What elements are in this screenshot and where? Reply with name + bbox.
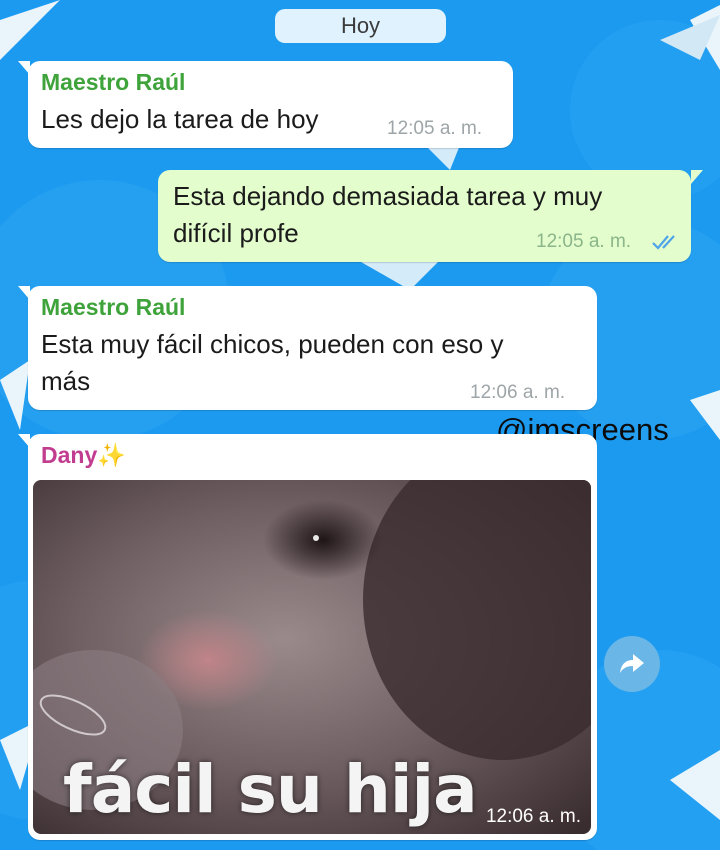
message-text: Les dejo la tarea de hoy xyxy=(41,104,319,134)
forward-arrow-icon xyxy=(620,654,644,673)
bubble-tail xyxy=(18,286,30,300)
message-time: 12:06 a. m. xyxy=(485,806,581,827)
sparkles-icon: ✨ xyxy=(97,442,126,468)
message-time: 12:05 a. m. xyxy=(536,231,632,252)
sender-name[interactable]: Maestro Raúl xyxy=(41,69,185,96)
message-time: 12:06 a. m. xyxy=(470,382,566,403)
bubble-tail xyxy=(18,434,30,448)
double-check-icon xyxy=(652,235,675,250)
sender-name[interactable]: Maestro Raúl xyxy=(41,294,185,321)
forward-button[interactable] xyxy=(604,636,660,692)
message-bubble-outgoing[interactable]: Esta dejando demasiada tarea y muy difíc… xyxy=(158,170,691,262)
date-separator: Hoy xyxy=(275,9,446,43)
sender-name-text: Dany xyxy=(41,442,98,468)
hamster-meme-image[interactable]: fácil su hija 12:06 a. m. xyxy=(33,480,591,834)
message-time: 12:05 a. m. xyxy=(387,118,483,139)
image-caption: fácil su hija xyxy=(63,751,478,828)
message-bubble-incoming[interactable]: Maestro Raúl Les dejo la tarea de hoy 12… xyxy=(28,61,513,148)
message-text-line-1: Esta dejando demasiada tarea y muy xyxy=(173,181,603,211)
bubble-tail xyxy=(18,61,30,75)
message-text-line-2: difícil profe xyxy=(173,218,299,248)
message-text-line-1: Esta muy fácil chicos, pueden con eso y xyxy=(41,329,504,359)
message-bubble-incoming[interactable]: Maestro Raúl Esta muy fácil chicos, pued… xyxy=(28,286,597,410)
bubble-tail xyxy=(691,170,703,184)
sender-name[interactable]: Dany✨ xyxy=(41,442,126,469)
message-text-line-2: más xyxy=(41,366,91,396)
